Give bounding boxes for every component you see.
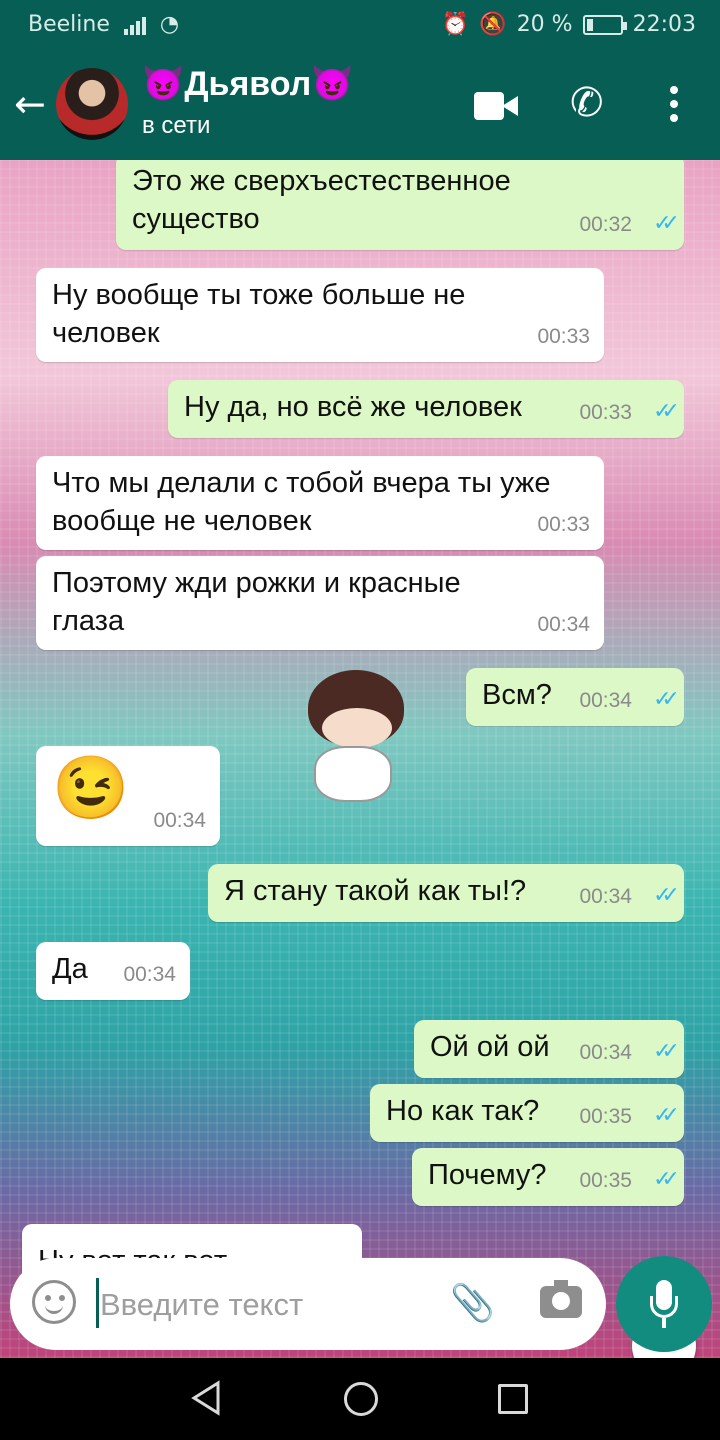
message-list[interactable]: Это же сверхъестественное существо 00:32… — [0, 160, 720, 1358]
message-time: 00:33 — [537, 325, 590, 348]
compose-bar: 📎 — [10, 1258, 606, 1350]
paperclip-icon[interactable]: 📎 — [450, 1282, 495, 1324]
message-time: 00:33 — [537, 513, 590, 536]
message-bubble-out[interactable]: Это же сверхъестественное существо 00:32… — [116, 160, 684, 250]
more-vert-icon[interactable] — [670, 86, 680, 126]
text-cursor — [96, 1278, 99, 1328]
arrow-left-icon[interactable]: ← — [14, 84, 46, 124]
wifi-icon: ◔ — [159, 12, 180, 37]
signal-icon — [123, 15, 146, 35]
message-bubble-out[interactable]: Всм? 00:34 ✓✓ — [466, 668, 684, 726]
message-text: Поэтому жди рожки и красные глаза — [52, 567, 461, 637]
message-bubble-in[interactable]: Ну вообще ты тоже больше не человек 00:3… — [36, 268, 604, 362]
mute-icon: 🔕 — [479, 12, 507, 37]
carrier-name: Beeline — [28, 12, 110, 37]
battery-percent: 20 % — [516, 12, 573, 37]
message-time: 00:33 — [579, 401, 632, 424]
read-check-icon: ✓✓ — [653, 1166, 680, 1191]
message-input[interactable] — [100, 1282, 440, 1328]
video-call-icon[interactable] — [474, 92, 518, 120]
status-left: Beeline ◔ — [28, 12, 179, 37]
contact-status: в сети — [142, 112, 211, 139]
message-time: 00:34 — [579, 885, 632, 908]
system-nav-bar — [0, 1358, 720, 1440]
battery-icon — [582, 14, 627, 35]
avatar[interactable] — [56, 68, 128, 140]
read-check-icon: ✓✓ — [653, 398, 680, 423]
alarm-icon: ⏰ — [441, 12, 470, 37]
message-text: Ну вообще ты тоже больше не человек — [52, 279, 466, 349]
message-bubble-in[interactable]: Да 00:34 — [36, 942, 190, 1000]
message-bubble-out[interactable]: Но как так? 00:35 ✓✓ — [370, 1084, 684, 1142]
message-bubble-in[interactable]: Что мы делали с тобой вчера ты уже вообщ… — [36, 456, 604, 550]
phone-icon[interactable]: ✆ — [570, 80, 604, 126]
read-check-icon: ✓✓ — [653, 686, 680, 711]
message-time: 00:34 — [579, 689, 632, 712]
message-text: Всм? — [482, 679, 552, 711]
message-text: Что мы делали с тобой вчера ты уже вообщ… — [52, 467, 551, 537]
mic-icon[interactable] — [616, 1256, 712, 1352]
clock: 22:03 — [632, 12, 696, 37]
message-time: 00:32 — [579, 213, 632, 236]
nav-back-icon[interactable] — [190, 1380, 222, 1416]
message-bubble-out[interactable]: Ой ой ой 00:34 ✓✓ — [414, 1020, 684, 1078]
message-time: 00:34 — [579, 1041, 632, 1064]
message-time: 00:34 — [153, 809, 206, 832]
status-right: ⏰ 🔕 20 % 22:03 — [442, 12, 696, 37]
read-check-icon: ✓✓ — [653, 1038, 680, 1063]
message-time: 00:35 — [579, 1169, 632, 1192]
status-bar: Beeline ◔ ⏰ 🔕 20 % 22:03 — [0, 0, 720, 50]
message-time: 00:34 — [123, 963, 176, 986]
read-check-icon: ✓✓ — [653, 882, 680, 907]
message-bubble-in[interactable]: Поэтому жди рожки и красные глаза 00:34 — [36, 556, 604, 650]
chat-header: ← 😈Дьявол😈 в сети ✆ — [0, 50, 720, 160]
contact-name[interactable]: 😈Дьявол😈 — [142, 64, 354, 104]
message-text: Ой ой ой — [430, 1031, 550, 1063]
camera-icon[interactable] — [540, 1280, 582, 1318]
battery-fill — [586, 18, 593, 31]
message-bubble-out[interactable]: Почему? 00:35 ✓✓ — [412, 1148, 684, 1206]
read-check-icon: ✓✓ — [653, 210, 680, 235]
message-bubble-out[interactable]: Ну да, но всё же человек 00:33 ✓✓ — [168, 380, 684, 438]
read-check-icon: ✓✓ — [653, 1102, 680, 1127]
emoji-icon[interactable] — [32, 1280, 76, 1324]
crying-baby-sticker[interactable] — [290, 668, 420, 808]
message-time: 00:34 — [537, 613, 590, 636]
message-time: 00:35 — [579, 1105, 632, 1128]
message-bubble-out[interactable]: Я стану такой как ты!? 00:34 ✓✓ — [208, 864, 684, 922]
nav-home-icon[interactable] — [344, 1382, 378, 1416]
nav-recents-icon[interactable] — [498, 1384, 528, 1414]
message-bubble-in[interactable]: 😉 00:34 — [36, 746, 220, 846]
message-text: Почему? — [428, 1159, 547, 1191]
message-text: Это же сверхъестественное существо — [132, 165, 511, 235]
